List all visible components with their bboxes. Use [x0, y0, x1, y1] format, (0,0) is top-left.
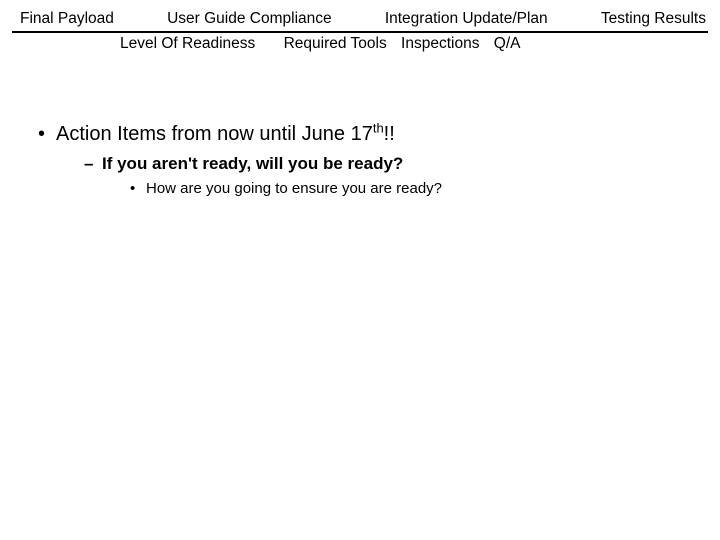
line1-post: !!: [384, 123, 395, 145]
bullet-dot-icon: •: [130, 180, 146, 197]
bullet-level-3: •How are you going to ensure you are rea…: [130, 180, 700, 197]
header-level-of-readiness: Level Of Readiness: [120, 35, 255, 52]
header-row-1: Final Payload User Guide Compliance Inte…: [0, 10, 720, 30]
dash-icon: –: [84, 154, 102, 174]
header-inspections: Inspections: [401, 35, 479, 52]
header-required-tools: Required Tools: [284, 35, 387, 52]
bullet-dot-icon: •: [38, 123, 56, 146]
header-qa: Q/A: [494, 35, 521, 52]
header-integration-update-plan: Integration Update/Plan: [385, 10, 548, 28]
header-final-payload: Final Payload: [20, 10, 114, 28]
line2-text: If you aren't ready, will you be ready?: [102, 154, 403, 173]
body: •Action Items from now until June 17th!!…: [0, 123, 720, 197]
slide: Final Payload User Guide Compliance Inte…: [0, 0, 720, 540]
line3-text: How are you going to ensure you are read…: [146, 180, 442, 197]
header-row-2: Level Of Readiness Required Tools Inspec…: [0, 33, 720, 53]
bullet-level-1: •Action Items from now until June 17th!!: [38, 123, 700, 146]
header-testing-results: Testing Results: [601, 10, 706, 28]
header-user-guide-compliance: User Guide Compliance: [167, 10, 332, 28]
line1-pre: Action Items from now until June 17: [56, 123, 373, 145]
line1-sup: th: [373, 120, 384, 135]
bullet-level-2: –If you aren't ready, will you be ready?: [84, 154, 700, 174]
